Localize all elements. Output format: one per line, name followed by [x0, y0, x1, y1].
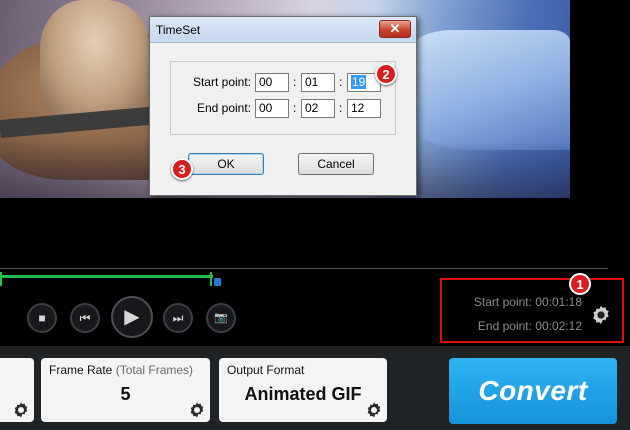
settings-card-partial[interactable] — [0, 358, 34, 422]
end-marker-flag-icon — [214, 278, 221, 286]
next-button[interactable]: ⏭ — [163, 303, 193, 333]
cancel-button[interactable]: Cancel — [298, 153, 374, 175]
timeline-track[interactable] — [0, 268, 608, 269]
frame-rate-value: 5 — [120, 384, 131, 404]
start-hours-field[interactable]: 00 — [255, 73, 289, 92]
gear-icon[interactable] — [365, 401, 383, 419]
previous-button[interactable]: ⏮ — [70, 303, 100, 333]
step-badge-2: 2 — [375, 63, 397, 85]
stop-icon: ■ — [38, 311, 46, 325]
app-window: ■ ⏮ ▶ ⏭ 📷 Start point: 00:01:18 End poin… — [0, 0, 630, 430]
timeline-progress — [0, 275, 213, 278]
timeline-end-handle[interactable] — [210, 272, 221, 286]
next-icon: ⏭ — [172, 311, 184, 325]
frame-rate-sublabel: (Total Frames) — [115, 363, 194, 377]
end-hours-field[interactable]: 00 — [255, 99, 289, 118]
output-format-label: Output Format — [227, 363, 305, 377]
play-icon: ▶ — [124, 306, 140, 328]
stop-button[interactable]: ■ — [27, 303, 57, 333]
end-point-label: End point: — [196, 101, 251, 115]
dialog-titlebar[interactable]: TimeSet ✕ — [150, 17, 416, 43]
start-point-readout: Start point: 00:01:18 — [473, 295, 582, 309]
end-minutes-field[interactable]: 02 — [301, 99, 335, 118]
time-fields-group: Start point: 00 : 01 : 19 End point: 00 … — [170, 61, 396, 135]
play-button[interactable]: ▶ — [111, 296, 153, 338]
time-settings-gear-icon[interactable] — [590, 304, 612, 326]
gear-icon[interactable] — [188, 401, 206, 419]
timeline-start-handle[interactable] — [0, 272, 2, 286]
snapshot-icon: 📷 — [214, 311, 228, 324]
snapshot-button[interactable]: 📷 — [206, 303, 236, 333]
gear-icon[interactable] — [12, 401, 30, 419]
dialog-title: TimeSet — [156, 23, 201, 37]
close-button[interactable]: ✕ — [379, 20, 411, 38]
ok-button[interactable]: OK — [188, 153, 264, 175]
close-icon: ✕ — [389, 21, 401, 36]
video-character — [40, 0, 150, 120]
start-point-label: Start point: — [192, 75, 251, 89]
frame-rate-label: Frame Rate — [49, 363, 113, 377]
output-format-card[interactable]: Output Format Animated GIF — [219, 358, 387, 422]
end-seconds-field[interactable]: 12 — [347, 99, 381, 118]
convert-button[interactable]: Convert — [449, 358, 617, 424]
output-format-value: Animated GIF — [244, 384, 362, 404]
start-minutes-field[interactable]: 01 — [301, 73, 335, 92]
frame-rate-card[interactable]: Frame Rate (Total Frames) 5 — [41, 358, 210, 422]
previous-icon: ⏮ — [79, 311, 91, 325]
end-point-readout: End point: 00:02:12 — [477, 319, 582, 333]
step-badge-3: 3 — [171, 158, 193, 180]
step-badge-1: 1 — [569, 273, 591, 295]
